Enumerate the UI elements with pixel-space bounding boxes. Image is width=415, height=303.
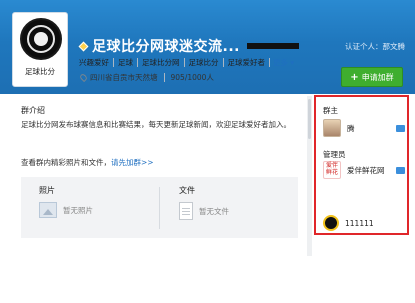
photo-icon: [39, 202, 57, 218]
soccer-ball-icon: [20, 18, 62, 60]
files-hint-text: 查看群内精彩照片和文件，: [21, 158, 111, 167]
location-pin-icon: [78, 72, 89, 83]
diamond-icon: [78, 41, 89, 51]
owner-item[interactable]: 腾: [323, 119, 405, 137]
logo-text: 足球比分: [25, 67, 55, 76]
join-button-label: 申请加群: [361, 72, 394, 82]
chat-bubble-icon[interactable]: [396, 124, 405, 132]
files-column: 文件 暂无文件: [179, 185, 299, 220]
tag-item[interactable]: 足球比分网: [138, 58, 185, 67]
plus-icon: +: [350, 71, 359, 83]
tag-item[interactable]: 兴趣爱好: [75, 58, 114, 67]
scrollbar-thumb[interactable]: [308, 99, 311, 139]
files-heading: 文件: [179, 186, 195, 195]
admin-item[interactable]: 爱伴鲜花 爱伴鲜花网: [323, 161, 405, 179]
admin-section-label: 管理员: [323, 150, 346, 159]
group-logo: 足球比分: [12, 12, 68, 87]
intro-heading: 群介绍: [21, 106, 45, 115]
files-panel: 照片 暂无照片 文件 暂无文件: [21, 177, 298, 238]
group-title: 足球比分网球迷交流...: [92, 39, 240, 55]
group-header: 足球比分 足球比分网球迷交流... 认证个人：那文腾 兴趣爱好 足球 足球比分网…: [0, 0, 415, 94]
tag-list: 兴趣爱好 足球 足球比分网 足球比分 足球爱好者 更多 ▾: [75, 57, 294, 68]
redaction-bar: [246, 43, 299, 49]
certified-label: 认证个人：那文腾: [345, 42, 405, 51]
photos-heading: 照片: [39, 186, 55, 195]
photos-empty-text: 暂无照片: [63, 205, 93, 215]
photos-column: 照片 暂无照片: [39, 185, 159, 218]
owner-name: 腾: [347, 123, 355, 133]
member-sidebar: 群主 腾 管理员 爱伴鲜花 爱伴鲜花网 111111: [314, 95, 409, 235]
avatar: 爱伴鲜花: [323, 161, 341, 179]
admin-name: 爱伴鲜花网: [347, 165, 385, 175]
join-group-button[interactable]: + 申请加群: [341, 67, 403, 87]
intro-text: 足球比分网发布球赛信息和比赛结果，每天更新足球新闻，欢迎足球爱好者加入。: [21, 120, 291, 129]
penguin-avatar-icon: [323, 215, 339, 231]
owner-section-label: 群主: [323, 106, 338, 115]
group-meta: 四川省自贡市天然塘 905/1000人: [78, 72, 214, 83]
avatar: [323, 119, 341, 137]
tag-item[interactable]: 足球: [114, 58, 138, 67]
divider: [163, 73, 165, 82]
chat-bubble-icon[interactable]: [396, 166, 405, 174]
title-row: 足球比分网球迷交流...: [78, 36, 299, 56]
more-tags-link[interactable]: 更多 ▾: [273, 57, 294, 68]
member-name: 111111: [345, 218, 374, 228]
location-text: 四川省自贡市天然塘: [90, 73, 158, 82]
member-item[interactable]: 111111: [323, 215, 405, 231]
document-icon: [179, 202, 193, 220]
files-hint: 查看群内精彩照片和文件，请先加群>>: [21, 157, 154, 168]
member-count: 905/1000人: [170, 73, 214, 82]
tag-item[interactable]: 足球爱好者: [224, 58, 270, 67]
tag-item[interactable]: 足球比分: [185, 58, 224, 67]
divider: [159, 187, 160, 229]
files-empty-text: 暂无文件: [199, 206, 229, 216]
join-first-link[interactable]: 请先加群>>: [111, 158, 154, 167]
